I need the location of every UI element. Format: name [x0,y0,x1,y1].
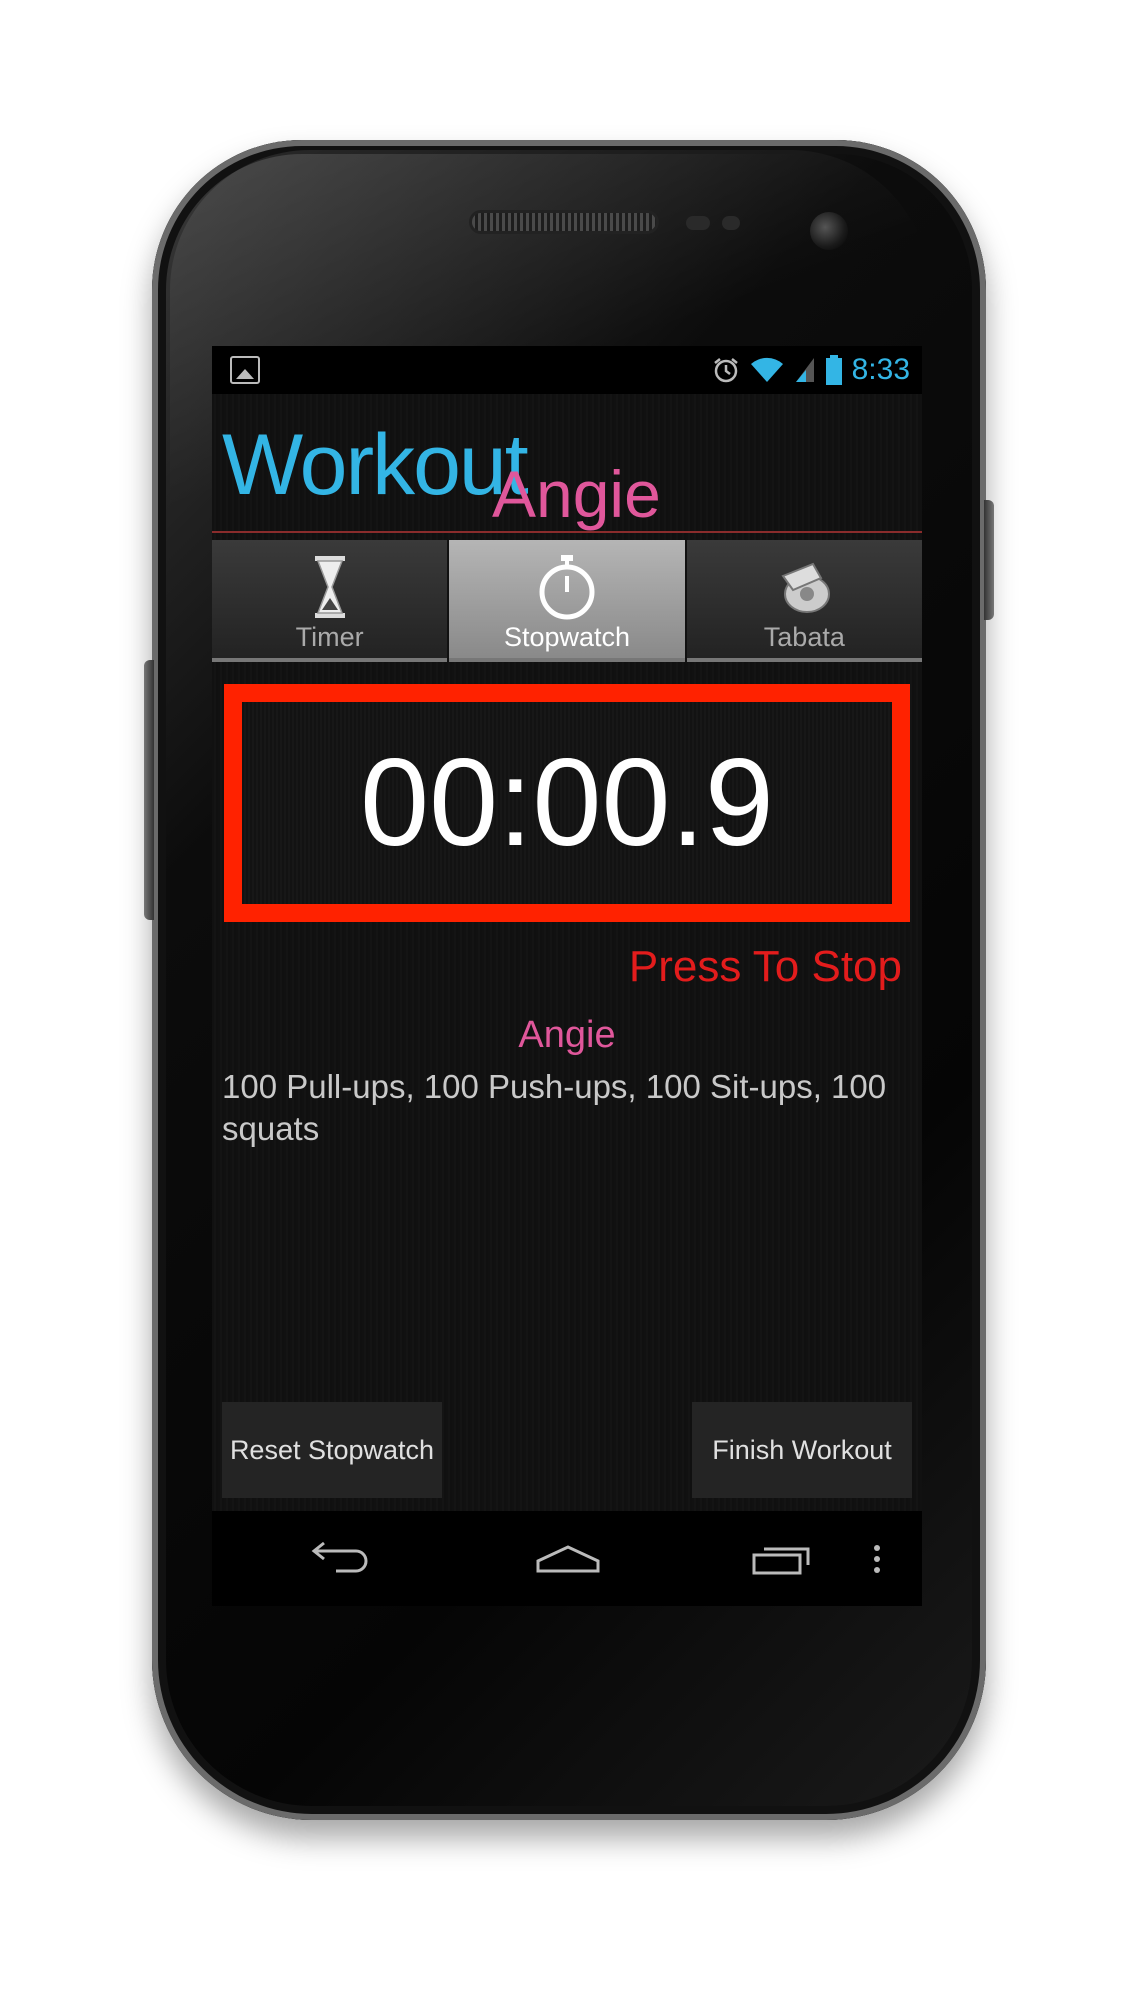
battery-icon [825,355,842,385]
power-button [984,500,994,620]
picture-icon [230,356,260,384]
volume-button [144,660,154,920]
tab-underline [686,658,922,662]
whistle-icon [781,562,831,613]
overflow-menu-icon[interactable] [862,1531,892,1587]
workout-name: Angie [518,1014,616,1056]
finish-workout-button[interactable]: Finish Workout [692,1402,912,1498]
proximity-sensor [686,216,710,230]
tab-tabata-label: Tabata [763,622,845,652]
tab-stopwatch-label: Stopwatch [503,622,631,652]
tab-timer[interactable]: Timer [212,540,450,662]
wifi-icon [750,357,783,382]
tab-tabata[interactable]: Tabata [686,540,922,662]
light-sensor [722,216,740,230]
earpiece-speaker [472,213,656,231]
status-icons: 8:33 [712,352,910,388]
status-bar: 8:33 [212,346,922,394]
app-title-bar: Workout Angie [212,394,922,554]
back-icon[interactable] [296,1531,376,1587]
reset-stopwatch-button[interactable]: Reset Stopwatch [222,1402,442,1498]
workout-description: 100 Pull-ups, 100 Push-ups, 100 Sit-ups,… [222,1068,887,1147]
alarm-icon [713,358,738,383]
workout-title: Angie [492,457,661,531]
navigation-bar [212,1511,922,1606]
press-to-stop-text: Press To Stop [628,942,902,991]
title-divider [212,531,922,533]
screen: 8:33 Workout Angie Timer Stopwatch Tabat… [212,346,922,1606]
status-time: 8:33 [851,353,910,386]
tab-bar: Timer Stopwatch Tabata [212,540,922,662]
tab-timer-label: Timer [295,622,364,652]
app-title: Workout [222,417,529,513]
hourglass-icon [314,556,345,618]
home-icon[interactable] [528,1531,608,1587]
stopwatch-display[interactable]: 00:00.9 [224,684,910,922]
tab-stopwatch[interactable]: Stopwatch [449,540,687,662]
signal-icon [795,358,814,382]
tab-underline [449,658,685,662]
stopwatch-time: 00:00.9 [360,734,774,872]
front-camera [810,212,848,250]
tab-underline [212,658,448,662]
stopwatch-icon [539,555,595,620]
recent-apps-icon[interactable] [742,1531,822,1587]
